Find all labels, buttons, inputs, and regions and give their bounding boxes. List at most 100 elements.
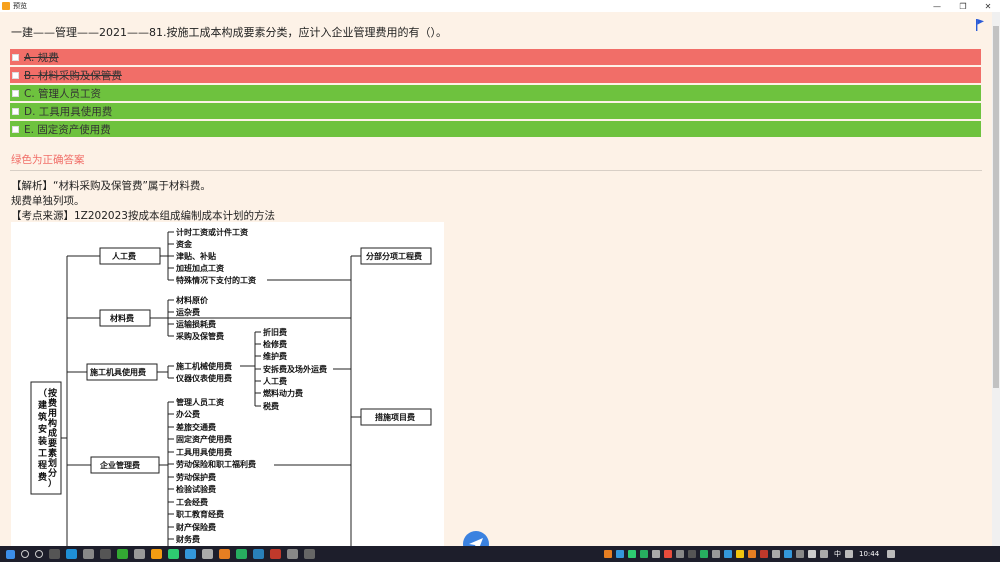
management-item: 财产保险费 [175, 522, 216, 532]
checkbox[interactable] [12, 125, 19, 133]
tray-icon[interactable] [748, 550, 756, 558]
root-char: 程 [38, 459, 47, 471]
root-char: 素 [48, 447, 57, 459]
root-char: ） [48, 478, 57, 489]
app-icon-8[interactable] [219, 549, 230, 559]
preview-app-icon[interactable] [151, 549, 162, 559]
machine-item: 仪器仪表使用费 [175, 373, 232, 383]
management-item: 职工教育经费 [176, 509, 224, 519]
app-icon-7[interactable] [202, 549, 213, 559]
tray-icon[interactable] [845, 550, 853, 558]
cortana-icon[interactable] [35, 550, 43, 558]
scrollbar-thumb[interactable] [993, 26, 999, 388]
machine-title: 施工机具使用费 [90, 367, 146, 377]
tray-icon[interactable] [688, 550, 696, 558]
option-label: B. 材料采购及保管费 [24, 69, 122, 82]
tray-icon[interactable] [712, 550, 720, 558]
right-box-1: 分部分项工程费 [366, 251, 422, 261]
labor-item: 特殊情况下支付的工资 [176, 275, 256, 285]
tray-icon[interactable] [628, 550, 636, 558]
tray-icon[interactable] [652, 550, 660, 558]
material-title: 材料费 [110, 313, 134, 323]
tray-icon[interactable] [700, 550, 708, 558]
checkbox[interactable] [12, 107, 19, 115]
labor-item: 津贴、补贴 [176, 251, 216, 261]
input-language[interactable]: 中 [834, 549, 841, 559]
app-icon-3[interactable] [117, 549, 128, 559]
app-icon-10[interactable] [287, 549, 298, 559]
management-item: 办公费 [176, 409, 200, 419]
vertical-scrollbar[interactable] [992, 12, 1000, 546]
checkbox[interactable] [12, 53, 19, 61]
checkbox[interactable] [12, 89, 19, 97]
machine-item: 施工机械使用费 [176, 361, 232, 371]
option-e[interactable]: E. 固定资产使用费 [10, 121, 981, 137]
wps-icon[interactable] [270, 549, 281, 559]
app-icon-1[interactable] [83, 549, 94, 559]
app-icon-2[interactable] [100, 549, 111, 559]
material-item: 运杂费 [176, 307, 200, 317]
material-item: 材料原价 [176, 295, 209, 305]
app-icon-6[interactable] [185, 549, 196, 559]
management-item: 工会经费 [176, 497, 208, 507]
option-a[interactable]: A. 规费 [10, 49, 981, 65]
labor-item: 加班加点工资 [175, 263, 224, 273]
tray-icon[interactable] [760, 550, 768, 558]
machine-sub-item: 税费 [263, 401, 279, 411]
right-box-2: 措施项目费 [375, 412, 415, 422]
root-char: 分 [48, 467, 57, 479]
task-view-icon[interactable] [49, 549, 60, 559]
app-icon-11[interactable] [304, 549, 315, 559]
root-char: 费 [48, 397, 57, 409]
window-title: 预览 [13, 2, 27, 10]
tray-icon[interactable] [796, 550, 804, 558]
notification-icon[interactable] [887, 550, 896, 558]
app-icon-9[interactable] [253, 549, 264, 559]
option-d[interactable]: D. 工具用具使用费 [10, 103, 981, 119]
maximize-button[interactable]: ❐ [951, 0, 975, 12]
labor-item: 资金 [176, 239, 193, 249]
tray-icon[interactable] [664, 550, 672, 558]
app-icon-5[interactable] [168, 549, 179, 559]
clock[interactable]: 10:44 [859, 550, 879, 558]
flag-icon[interactable] [975, 18, 985, 32]
windows-start-icon[interactable] [6, 549, 15, 559]
management-item: 劳动保险和职工福利费 [176, 459, 256, 469]
root-char: 工 [38, 448, 47, 459]
root-char: 按 [48, 387, 57, 399]
wechat-icon[interactable] [236, 549, 247, 559]
tray-icon[interactable] [724, 550, 732, 558]
machine-sub-item: 维护费 [263, 351, 287, 361]
app-icon-4[interactable] [134, 549, 145, 559]
volume-icon[interactable] [820, 550, 828, 558]
root-char: 装 [37, 435, 48, 447]
option-c[interactable]: C. 管理人员工资 [10, 85, 981, 101]
material-item: 运输损耗费 [176, 319, 216, 329]
tray-icon[interactable] [604, 550, 612, 558]
tray-icon[interactable] [784, 550, 792, 558]
float-assist-icon[interactable] [462, 530, 490, 546]
close-button[interactable]: ✕ [976, 0, 1000, 12]
tray-icon[interactable] [736, 550, 744, 558]
search-icon[interactable] [21, 550, 29, 558]
option-label: E. 固定资产使用费 [24, 123, 111, 136]
root-char: （ [38, 388, 47, 399]
root-char: 建 [38, 399, 48, 411]
option-label: A. 规费 [24, 51, 59, 64]
tray-icon[interactable] [616, 550, 624, 558]
edge-icon[interactable] [66, 549, 77, 559]
machine-sub-item: 燃料动力费 [263, 388, 303, 398]
root-char: 要 [48, 438, 57, 449]
checkbox[interactable] [12, 71, 19, 79]
tray-icon[interactable] [772, 550, 780, 558]
analysis-source: 【考点来源】1Z202023按成本组成编制成本计划的方法 [11, 210, 275, 222]
tray-icon[interactable] [676, 550, 684, 558]
management-item: 差旅交通费 [175, 422, 216, 432]
tray-icon[interactable] [808, 550, 816, 558]
option-b[interactable]: B. 材料采购及保管费 [10, 67, 981, 83]
root-char: 成 [48, 427, 57, 439]
minimize-button[interactable]: — [925, 0, 949, 12]
management-item: 劳动保护费 [176, 472, 216, 482]
management-item: 财务费 [175, 534, 200, 544]
tray-icon[interactable] [640, 550, 648, 558]
